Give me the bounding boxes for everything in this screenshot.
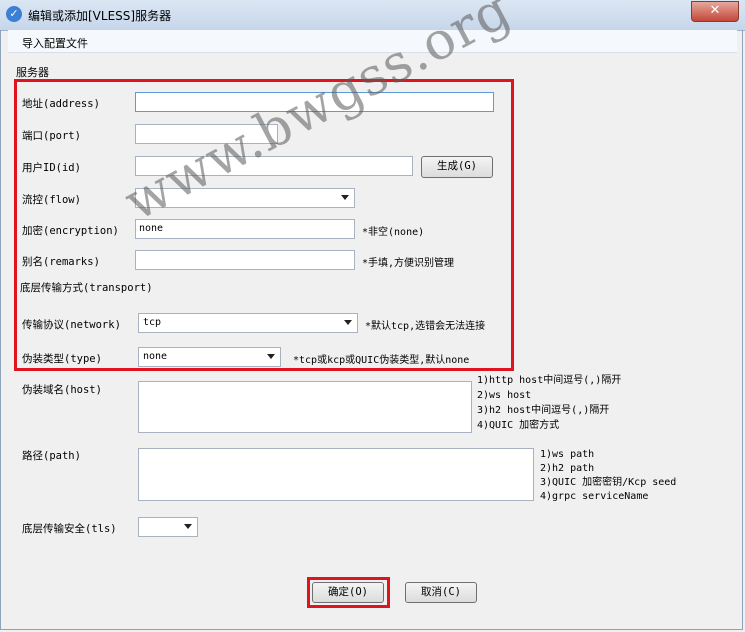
host-hint-4: 4)QUIC 加密方式 xyxy=(477,420,560,431)
title-bar: ✓ 编辑或添加[VLESS]服务器 ✕ xyxy=(0,0,745,31)
host-hint-3: 3)h2 host中间逗号(,)隔开 xyxy=(477,405,610,416)
path-hint-3: 3)QUIC 加密密钥/Kcp seed xyxy=(540,477,677,488)
path-hint-1: 1)ws path xyxy=(540,449,595,460)
path-label: 路径(path) xyxy=(22,450,81,462)
path-hint-2: 2)h2 path xyxy=(540,463,595,474)
path-hint-4: 4)grpc serviceName xyxy=(540,491,649,502)
highlight-box-form xyxy=(14,79,514,371)
tls-select[interactable] xyxy=(138,517,198,537)
path-hints: 1)ws path 2)h2 path 3)QUIC 加密密钥/Kcp seed… xyxy=(540,448,676,504)
host-textarea[interactable] xyxy=(138,381,472,433)
host-hints: 1)http host中间逗号(,)隔开 2)ws host 3)h2 host… xyxy=(477,373,621,433)
tls-label: 底层传输安全(tls) xyxy=(22,523,117,535)
host-label: 伪装域名(host) xyxy=(22,384,102,396)
window-title: 编辑或添加[VLESS]服务器 xyxy=(28,9,172,23)
menu-bar: 导入配置文件 xyxy=(8,30,737,53)
host-hint-1: 1)http host中间逗号(,)隔开 xyxy=(477,375,622,386)
app-icon: ✓ xyxy=(6,6,22,22)
menu-import-config[interactable]: 导入配置文件 xyxy=(22,35,88,51)
close-button[interactable]: ✕ xyxy=(691,1,739,22)
highlight-box-ok xyxy=(307,577,390,608)
cancel-button[interactable]: 取消(C) xyxy=(405,582,477,603)
chevron-down-icon xyxy=(184,524,192,529)
host-hint-2: 2)ws host xyxy=(477,390,532,401)
server-group-title: 服务器 xyxy=(16,66,49,79)
path-textarea[interactable] xyxy=(138,448,534,501)
